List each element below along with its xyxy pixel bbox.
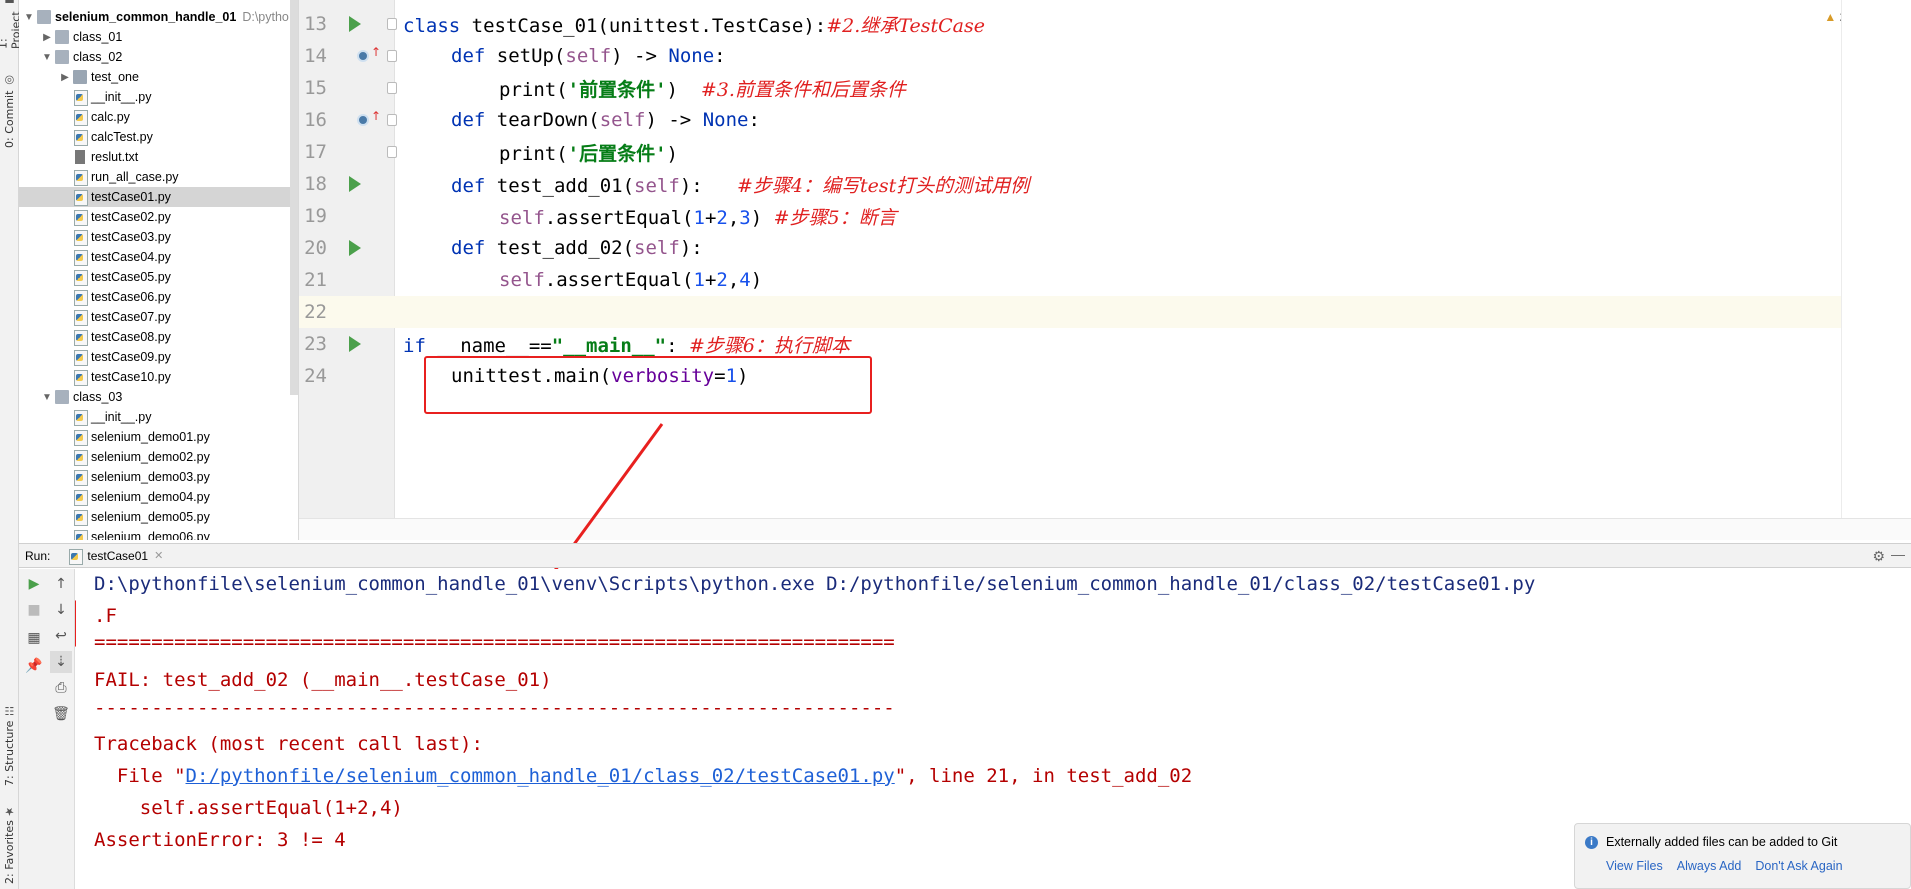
- scroll-to-end-icon[interactable]: ⇣: [50, 651, 72, 673]
- stop-icon[interactable]: ■: [23, 599, 45, 621]
- console-result-line: .F: [94, 605, 117, 627]
- console-command-line: D:\pythonfile\selenium_common_handle_01\…: [94, 573, 1536, 595]
- run-tab-label: testCase01: [87, 548, 149, 563]
- console-separator: ----------------------------------------…: [94, 697, 895, 719]
- console-assertion-line: AssertionError: 3 != 4: [94, 829, 346, 851]
- gear-icon[interactable]: ⚙: [1872, 548, 1885, 565]
- console-separator: ========================================…: [94, 631, 895, 653]
- arrow-down-icon[interactable]: ↓: [50, 599, 72, 621]
- pin-icon[interactable]: 📌: [23, 655, 45, 677]
- notification-text: Externally added files can be added to G…: [1606, 835, 1838, 849]
- view-files-link[interactable]: View Files: [1606, 859, 1663, 873]
- python-run-icon: [68, 548, 84, 565]
- run-tab[interactable]: testCase01 ✕: [68, 548, 163, 565]
- run-toolbar: ▶ ■ ▦ 📌 ↑ ↓ ↩ ⇣ ⎙ 🗑: [19, 569, 75, 889]
- soft-wrap-icon[interactable]: ↩: [50, 625, 72, 647]
- console-code-line: self.assertEqual(1+2,4): [94, 797, 403, 819]
- console-traceback-line: Traceback (most recent call last):: [94, 733, 483, 755]
- layout-icon[interactable]: ▦: [23, 627, 45, 649]
- console-fail-line: FAIL: test_add_02 (__main__.testCase_01): [94, 669, 552, 691]
- run-panel-header: Run: testCase01 ✕ ⚙ —: [19, 543, 1911, 568]
- arrow-up-icon[interactable]: ↑: [50, 573, 72, 595]
- console-file-line: File "D:/pythonfile/selenium_common_hand…: [94, 765, 1193, 787]
- rerun-icon[interactable]: ▶: [23, 573, 45, 595]
- trash-icon[interactable]: 🗑: [50, 703, 72, 725]
- file-link[interactable]: D:/pythonfile/selenium_common_handle_01/…: [186, 765, 895, 787]
- print-icon[interactable]: ⎙: [50, 677, 72, 699]
- run-label: Run:: [25, 548, 51, 563]
- info-icon: i: [1585, 836, 1598, 849]
- close-icon[interactable]: ✕: [154, 549, 163, 562]
- git-notification: i Externally added files can be added to…: [1574, 823, 1911, 889]
- dont-ask-again-link[interactable]: Don't Ask Again: [1755, 859, 1842, 873]
- always-add-link[interactable]: Always Add: [1677, 859, 1742, 873]
- minimize-icon[interactable]: —: [1891, 546, 1905, 562]
